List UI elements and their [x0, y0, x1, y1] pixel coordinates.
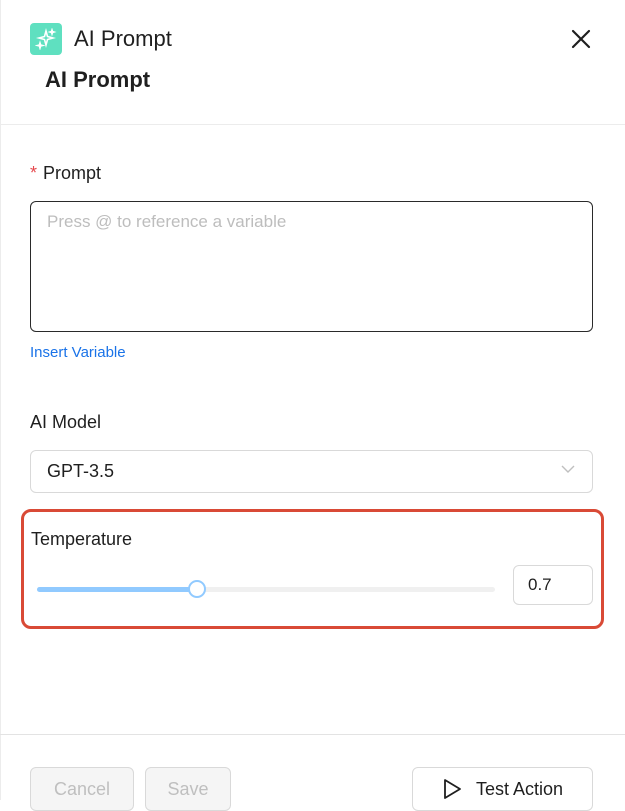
temperature-label: Temperature: [31, 529, 133, 549]
prompt-label: * Prompt: [30, 163, 101, 184]
temperature-slider-track: [37, 587, 198, 592]
prompt-placeholder: Press @ to reference a variable: [47, 212, 287, 231]
test-action-label: Test Action: [475, 778, 564, 799]
play-icon: [442, 778, 462, 800]
required-mark: *: [30, 163, 38, 183]
prompt-label-text: Prompt: [43, 163, 102, 183]
ai-model-value: GPT-3.5: [47, 461, 115, 481]
save-button-label: Save: [167, 778, 209, 799]
temperature-value: 0.7: [528, 575, 552, 594]
close-icon[interactable]: [568, 26, 594, 52]
panel-header: AI Prompt AI Prompt: [0, 0, 625, 125]
prompt-input[interactable]: Press @ to reference a variable: [30, 201, 593, 332]
save-button[interactable]: Save: [145, 767, 231, 811]
footer-divider: [0, 734, 625, 735]
chevron-down-icon: [560, 461, 576, 482]
sparkles-icon: [30, 23, 62, 55]
insert-variable-link[interactable]: Insert Variable: [30, 344, 126, 361]
app-title: AI Prompt: [74, 26, 172, 51]
temperature-input[interactable]: 0.7: [513, 565, 593, 605]
step-title: AI Prompt: [45, 67, 151, 92]
cancel-button[interactable]: Cancel: [30, 767, 134, 811]
ai-model-label: AI Model: [30, 412, 102, 432]
ai-model-select[interactable]: GPT-3.5: [30, 450, 593, 493]
cancel-button-label: Cancel: [53, 778, 111, 799]
test-action-button[interactable]: Test Action: [412, 767, 593, 811]
